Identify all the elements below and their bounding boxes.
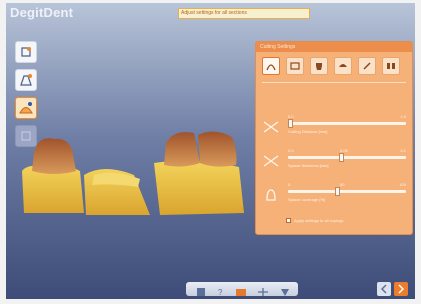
tooth-left <box>32 138 76 174</box>
scissors-icon <box>263 121 279 133</box>
tooth-edit-icon <box>21 47 31 57</box>
settings-button[interactable] <box>278 284 292 296</box>
back-arrow-icon <box>380 284 387 294</box>
slider-label: Cutting Distance [mm] <box>288 129 328 134</box>
spacer-coverage-slider[interactable] <box>288 190 406 193</box>
save-button[interactable] <box>194 284 208 296</box>
panel-title: Cutting Settings <box>256 42 412 52</box>
tooth-shape-icon <box>19 102 33 114</box>
slider-mid: 50 <box>340 182 345 187</box>
single-tooth-icon <box>316 63 322 70</box>
panel-divider <box>262 82 406 83</box>
back-button[interactable] <box>377 282 391 296</box>
cutting-distance-slider[interactable] <box>288 122 406 125</box>
multi-tooth-icon <box>387 63 395 69</box>
expand-icon <box>258 288 268 296</box>
slider-label: Spacer coverage [%] <box>288 197 326 202</box>
checkbox-box[interactable] <box>286 218 291 223</box>
camera-icon <box>236 289 246 296</box>
cutting-distance-row: 0.0 1.0 Cutting Distance [mm] <box>260 114 410 144</box>
bell-icon <box>266 189 276 201</box>
help-icon: ? <box>218 288 223 297</box>
spacer-thickness-slider[interactable] <box>288 156 406 159</box>
svg-text:?: ? <box>218 288 223 297</box>
slider-thumb[interactable] <box>338 153 344 162</box>
slider-max: 100 <box>399 182 406 187</box>
settings-icon <box>281 289 289 296</box>
cutting-settings-panel: Cutting Settings 0.0 1.0 Cutting Distanc… <box>255 41 413 235</box>
bottom-toolbar: ? <box>186 282 298 297</box>
screen-icon <box>290 62 300 70</box>
tab-multi-tooth[interactable] <box>382 57 400 75</box>
checkbox-label: Apply settings to all copings <box>294 218 344 223</box>
slider-min: 0 <box>288 182 291 187</box>
spacer-coverage-row: 0 50 100 Spacer coverage [%] <box>260 182 410 212</box>
tooth-shape-tool[interactable] <box>15 97 37 119</box>
help-button[interactable]: ? <box>214 284 228 297</box>
slider-thumb[interactable] <box>288 119 293 128</box>
tab-screen[interactable] <box>286 57 304 75</box>
tab-tooth-cap[interactable] <box>334 57 352 75</box>
next-arrow-icon <box>398 284 405 294</box>
tooth-right-2 <box>198 131 237 167</box>
slider-max: 0.1 <box>400 148 406 153</box>
save-icon <box>197 288 205 296</box>
tooth-add-tool[interactable] <box>15 69 37 91</box>
scissors-icon <box>263 155 279 167</box>
tooth-cap-icon <box>339 64 347 67</box>
navigation <box>377 282 409 296</box>
gum-right <box>154 160 244 215</box>
app-brand: DegitDent <box>10 5 74 20</box>
tab-arch[interactable] <box>262 57 280 75</box>
hint-banner: Adjust settings for all sections <box>178 8 310 19</box>
tab-pencil[interactable] <box>358 57 376 75</box>
tooth-add-icon <box>20 74 32 86</box>
tooth-right-1 <box>164 132 200 167</box>
expand-button[interactable] <box>256 284 270 296</box>
tooth-edit-tool[interactable] <box>15 41 37 63</box>
dental-model-view[interactable] <box>14 123 254 233</box>
slider-min: 0.0 <box>288 148 294 153</box>
slider-max: 1.0 <box>400 114 406 119</box>
tab-single-tooth[interactable] <box>310 57 328 75</box>
pencil-icon <box>363 62 371 70</box>
slider-thumb[interactable] <box>335 187 341 196</box>
viewport: DegitDent Adjust settings for all sectio… <box>6 3 415 299</box>
slider-label: Spacer thickness [mm] <box>288 163 329 168</box>
spacer-thickness-row: 0.0 0.05 0.1 Spacer thickness [mm] <box>260 148 410 178</box>
arch-icon <box>266 64 276 71</box>
next-button[interactable] <box>394 282 408 296</box>
camera-button[interactable] <box>234 284 248 296</box>
